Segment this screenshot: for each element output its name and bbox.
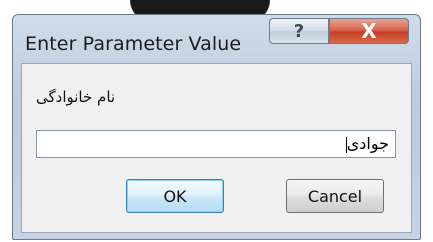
parameter-value-input[interactable]: جوادی xyxy=(36,130,396,158)
ok-button-label: OK xyxy=(163,186,187,206)
dialog-title: Enter Parameter Value xyxy=(25,33,242,55)
parameter-prompt-label: نام خانوادگی xyxy=(36,88,116,106)
help-button[interactable]: ? xyxy=(269,18,329,44)
dialog-body: نام خانوادگی جوادی OK Cancel xyxy=(21,63,412,233)
cancel-button-label: Cancel xyxy=(307,186,363,206)
enter-parameter-dialog: Enter Parameter Value ? X نام خانوادگی ج… xyxy=(12,14,421,240)
title-bar[interactable]: Enter Parameter Value ? X xyxy=(13,15,420,63)
close-icon: X xyxy=(361,19,377,43)
cancel-button[interactable]: Cancel xyxy=(286,179,384,213)
ok-button[interactable]: OK xyxy=(126,179,224,213)
question-mark-icon: ? xyxy=(293,20,305,42)
input-text: جوادی xyxy=(346,134,389,153)
close-button[interactable]: X xyxy=(329,18,409,44)
